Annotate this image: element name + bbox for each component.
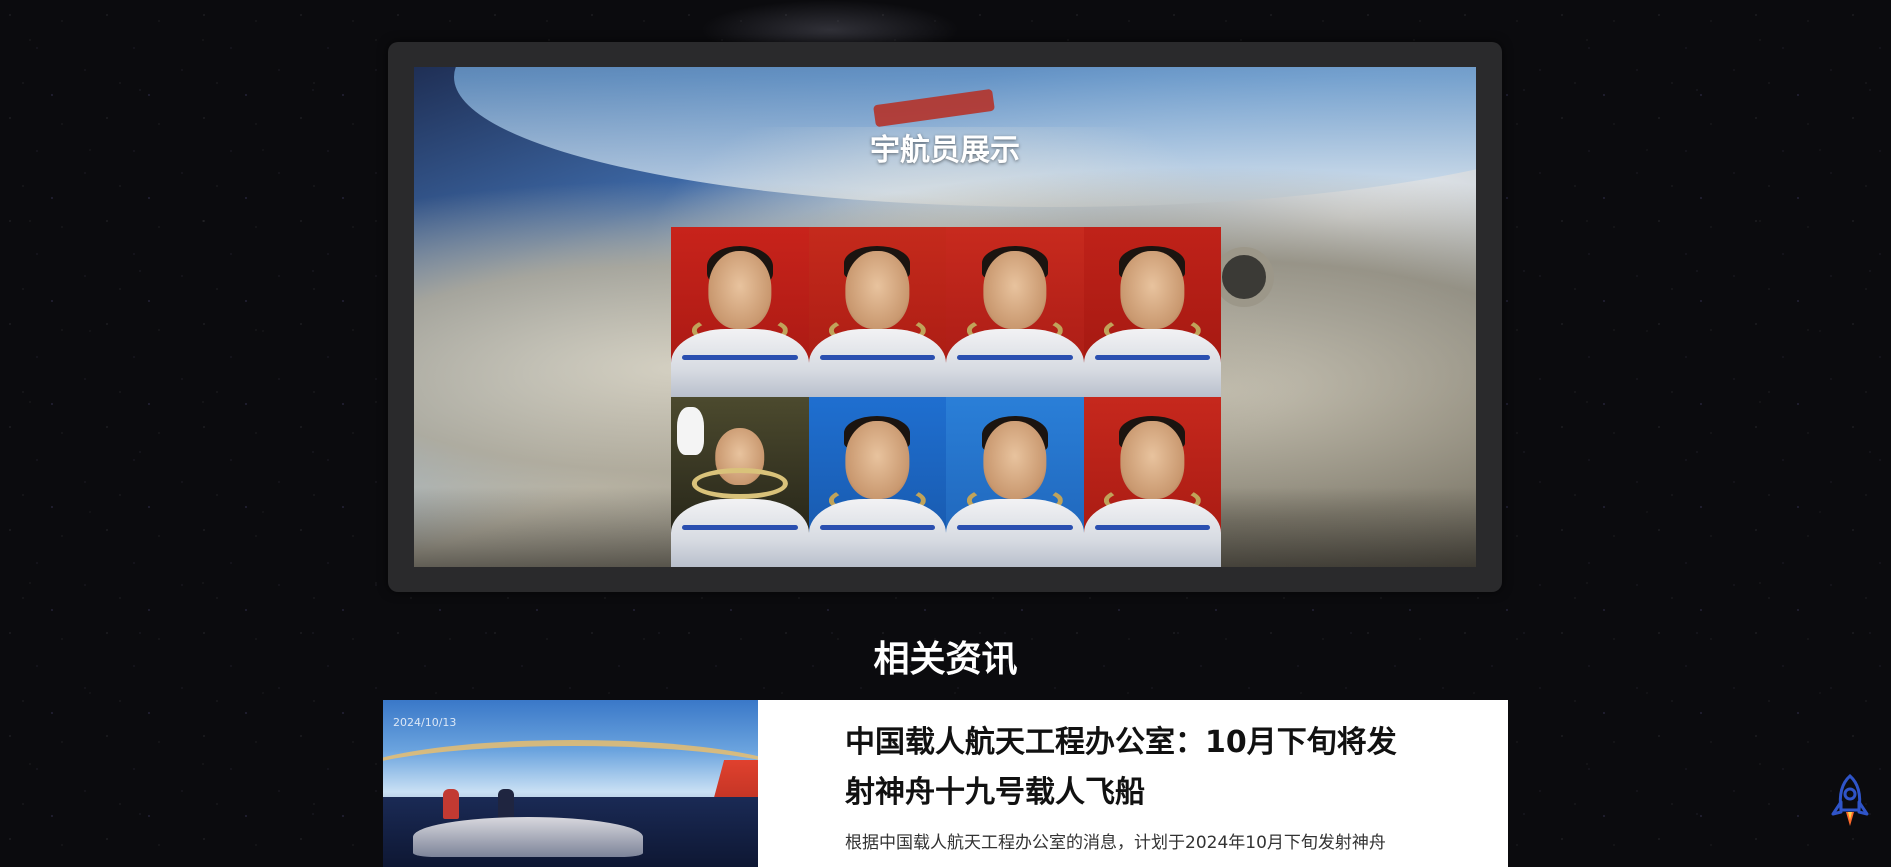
news-desk: [413, 817, 643, 857]
news-anchor: [443, 789, 459, 819]
astronaut-photo[interactable]: [1083, 397, 1221, 567]
astronaut-photo[interactable]: [671, 227, 809, 397]
astronaut-photo[interactable]: [808, 397, 946, 567]
news-section-heading: 相关资讯: [873, 639, 1018, 680]
astronaut-photo[interactable]: [808, 227, 946, 397]
thumbnail-caption: 2024/10/13: [393, 716, 457, 729]
astronaut-photo-grid: [671, 227, 1221, 567]
astronaut-showcase: 宇航员展示: [388, 42, 1502, 592]
news-title[interactable]: 中国载人航天工程办公室：10月下旬将发射神舟十九号载人飞船: [845, 718, 1405, 818]
astronaut-photo[interactable]: [946, 227, 1084, 397]
astronaut-photo[interactable]: [946, 397, 1084, 567]
spacewalk-background-image: 宇航员展示: [414, 67, 1476, 567]
back-to-top-button[interactable]: [1825, 772, 1875, 834]
news-card[interactable]: 2024/10/13 中国载人航天工程办公室：10月下旬将发射神舟十九号载人飞船…: [383, 700, 1508, 867]
suit-port: [1214, 247, 1274, 307]
astronaut-photo[interactable]: [1083, 227, 1221, 397]
rocket-icon: [1831, 773, 1869, 826]
astronaut-photo[interactable]: [671, 397, 809, 567]
news-summary: 根据中国载人航天工程办公室的消息，计划于2024年10月下旬发射神舟: [845, 833, 1386, 853]
news-thumbnail[interactable]: 2024/10/13: [383, 700, 758, 867]
news-anchor: [498, 789, 514, 819]
showcase-title: 宇航员展示: [870, 133, 1020, 168]
